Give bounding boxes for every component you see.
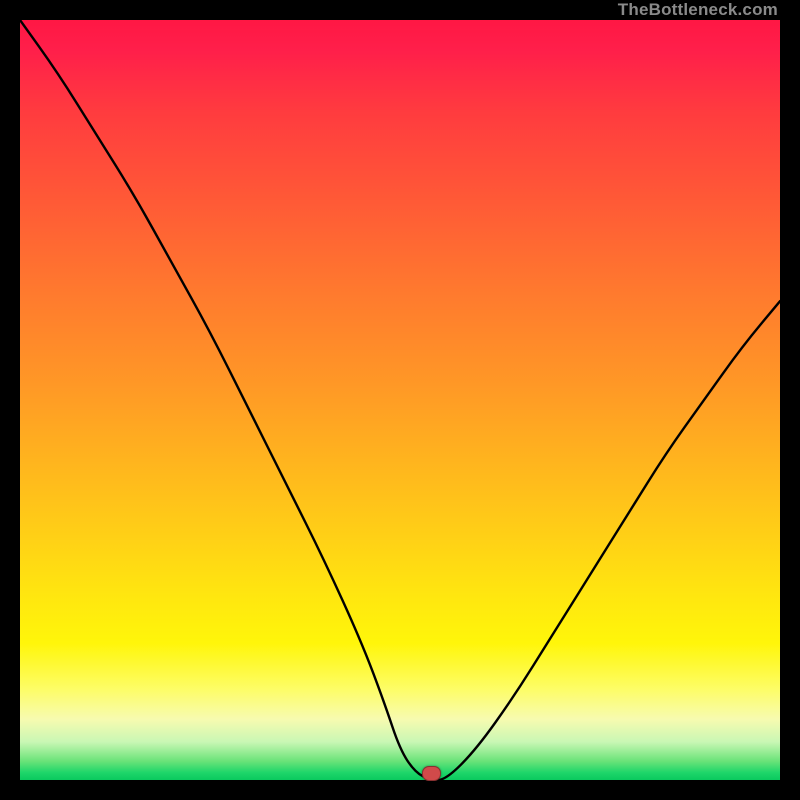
plot-gradient-background <box>20 20 780 780</box>
optimum-marker <box>422 766 441 781</box>
chart-frame: TheBottleneck.com <box>0 0 800 800</box>
watermark-text: TheBottleneck.com <box>618 0 778 20</box>
